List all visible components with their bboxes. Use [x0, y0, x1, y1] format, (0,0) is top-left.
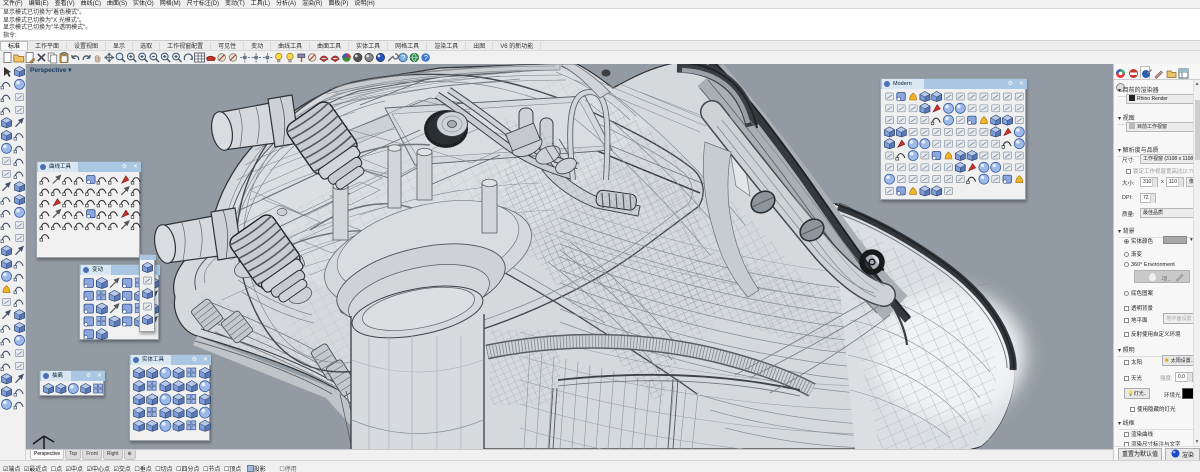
svg-text:?: ?: [401, 53, 405, 62]
svg-text:?: ?: [424, 53, 428, 62]
